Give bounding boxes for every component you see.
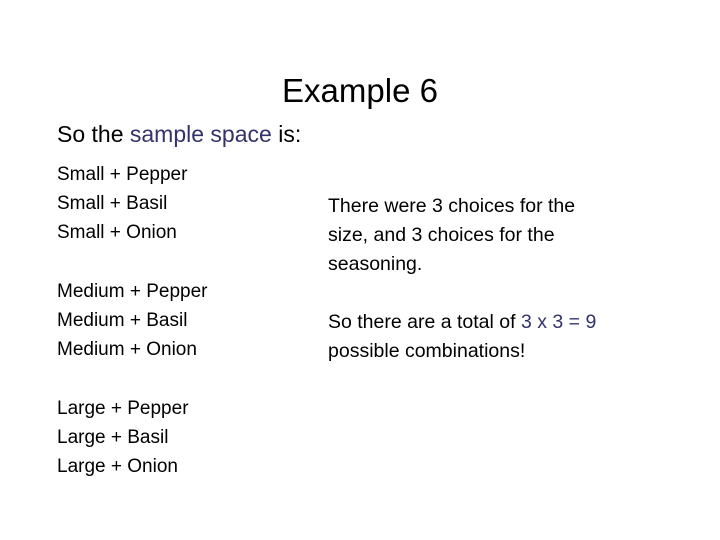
note-choices-line2: size, and 3 choices for the xyxy=(328,224,555,246)
sample-space-list: Small + Pepper Small + Basil Small + Oni… xyxy=(57,160,307,481)
list-item: Small + Pepper xyxy=(57,164,188,185)
subtitle-highlight: sample space xyxy=(129,121,272,147)
note-choices: There were 3 choices for the size, and 3… xyxy=(328,192,678,279)
combo-group-small: Small + Pepper Small + Basil Small + Oni… xyxy=(57,160,307,247)
combo-group-medium: Medium + Pepper Medium + Basil Medium + … xyxy=(57,277,307,364)
list-item: Medium + Basil xyxy=(57,310,188,331)
page-title: Example 6 xyxy=(282,72,438,109)
combo-group-large: Large + Pepper Large + Basil Large + Oni… xyxy=(57,394,307,481)
note-total-line1: So there are a total of 3 x 3 = 9 xyxy=(328,308,678,337)
list-item: Medium + Onion xyxy=(57,339,197,360)
note-total: So there are a total of 3 x 3 = 9 possib… xyxy=(328,308,678,366)
list-item: Medium + Pepper xyxy=(57,281,208,302)
list-item: Small + Basil xyxy=(57,193,168,214)
notes-column: There were 3 choices for the size, and 3… xyxy=(328,192,678,366)
list-item: Large + Basil xyxy=(57,427,169,448)
slide-canvas: Example 6 So the sample space is: Small … xyxy=(0,0,720,540)
subtitle-trail: is: xyxy=(271,121,302,147)
note-total-highlight: 3 x 3 = 9 xyxy=(520,311,597,333)
list-item: Large + Onion xyxy=(57,456,178,477)
note-choices-line1: There were 3 choices for the xyxy=(328,195,576,217)
list-item: Small + Onion xyxy=(57,222,177,243)
list-item: Large + Pepper xyxy=(57,398,189,419)
note-choices-line3: seasoning. xyxy=(328,253,423,275)
note-total-lead: So there are a total of xyxy=(328,311,521,333)
subtitle: So the sample space is: xyxy=(57,120,301,148)
subtitle-lead: So the xyxy=(57,121,130,147)
note-total-line2: possible combinations! xyxy=(328,340,526,362)
